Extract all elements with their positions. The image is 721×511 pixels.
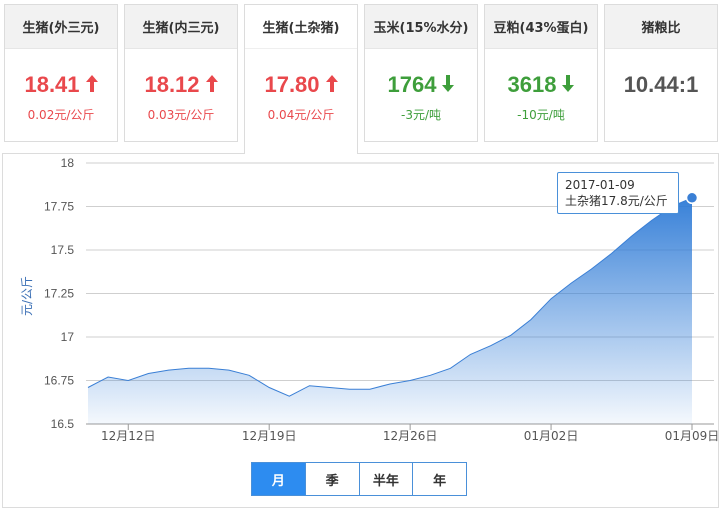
price-card-active[interactable]: 生猪(土杂猪) 17.80 0.04元/公斤 [244,4,358,154]
y-tick-label: 17.5 [51,243,75,257]
range-tabs: 月 季 半年 年 [251,462,467,496]
tab-half-year[interactable]: 半年 [358,463,413,495]
y-tick-label: 17 [61,330,75,344]
y-axis-label: 元/公斤 [20,276,34,316]
tooltip-date: 2017-01-09 [565,178,635,192]
card-price-row: 17.80 [245,70,357,100]
y-tick-label: 16.5 [51,417,75,431]
y-tick-label: 17.25 [44,287,74,301]
x-tick-label: 01月02日 [524,429,579,443]
x-tick-label: 12月26日 [383,429,438,443]
y-tick-label: 16.75 [44,374,74,388]
tab-year[interactable]: 年 [412,463,466,495]
card-price: 17.80 [264,72,320,97]
y-tick-label: 17.75 [44,200,74,214]
series-area [88,197,692,424]
x-tick-label: 01月09日 [665,429,720,443]
tab-quarter[interactable]: 季 [304,463,359,495]
x-tick-label: 12月19日 [242,429,297,443]
x-tick-label: 12月12日 [101,429,156,443]
chart-tooltip: 2017-01-09 土杂猪17.8元/公斤 [557,172,679,214]
y-tick-label: 18 [61,156,75,170]
arrow-up-icon [325,72,338,98]
data-point-highlight[interactable] [685,191,699,205]
tooltip-value: 土杂猪17.8元/公斤 [565,194,668,208]
card-title: 生猪(土杂猪) [245,5,357,49]
tab-month[interactable]: 月 [252,463,305,495]
price-area-chart: 16.5 16.75 17 17.25 17.5 17.75 18 12月12日 12月19日 1… [20,156,720,443]
card-change: 0.04元/公斤 [267,108,335,122]
